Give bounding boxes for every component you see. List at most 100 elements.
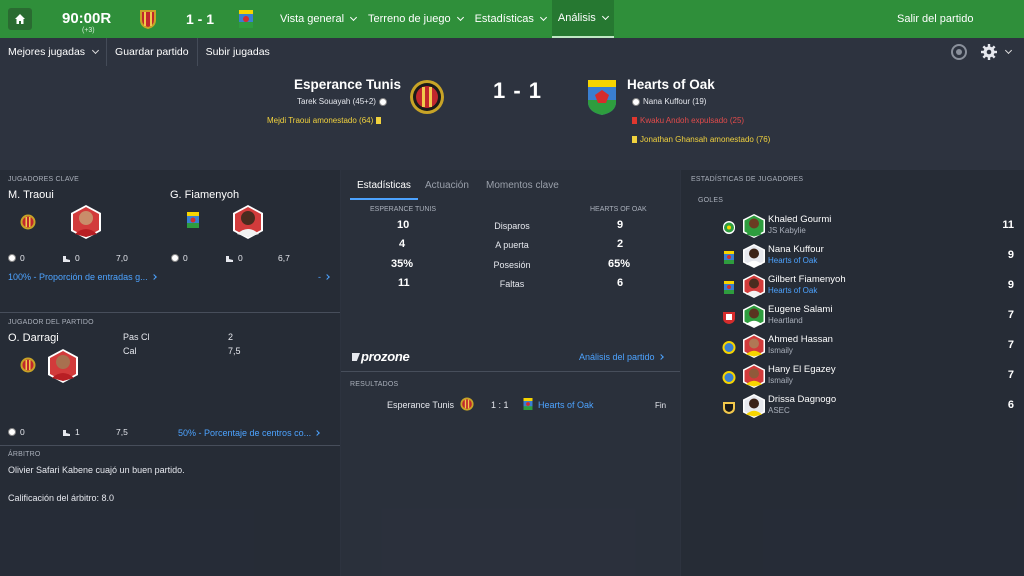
player-face-icon[interactable] (45, 348, 81, 384)
boot-icon (63, 429, 70, 436)
home-team-name[interactable]: Esperance Tunis (294, 77, 401, 92)
ball-icon (8, 428, 16, 436)
scorer-row[interactable]: Drissa Dagnogo ASEC 6 (718, 393, 1024, 423)
scorer-name[interactable]: Nana Kuffour (768, 244, 824, 255)
match-analysis-link[interactable]: Análisis del partido (579, 352, 664, 362)
scorer-name[interactable]: Eugene Salami (768, 304, 832, 315)
hearts-crest-icon (588, 80, 616, 115)
nav-vista-general[interactable]: Vista general (274, 0, 362, 38)
stat-away-value: 2 (617, 238, 624, 250)
scorer-row[interactable]: Hany El Egazey Ismaily 7 (718, 363, 1024, 393)
best-plays-button[interactable]: Mejores jugadas (0, 38, 108, 66)
active-tab-indicator (350, 198, 418, 200)
scorer-row[interactable]: Ahmed Hassan Ismaily 7 (718, 333, 1024, 363)
save-match-button[interactable]: Guardar partido (107, 38, 198, 66)
top-score: 1 - 1 (186, 11, 215, 27)
nav-estadisticas[interactable]: Estadísticas (469, 0, 552, 38)
home-button[interactable] (8, 8, 32, 30)
scorer-club[interactable]: Hearts of Oak (768, 256, 817, 265)
scorer-goals: 9 (1007, 279, 1014, 291)
upload-plays-button[interactable]: Subir jugadas (198, 38, 278, 66)
nav-analisis[interactable]: Análisis (551, 0, 614, 38)
top-bar: 90:00R (+3) 1 - 1 Vista general Terreno … (0, 0, 1024, 38)
key-player-1-stat-link[interactable]: 100% - Proporción de entradas g... (8, 272, 157, 282)
key-player-2-rating: 6,7 (278, 253, 290, 263)
scorer-name[interactable]: Drissa Dagnogo (768, 394, 836, 405)
scorer-name[interactable]: Hany El Egazey (768, 364, 836, 375)
player-face-icon[interactable] (68, 204, 104, 240)
potm-stat-link[interactable]: 50% - Porcentaje de centros co... (178, 428, 320, 438)
ball-icon (632, 97, 640, 106)
scorer-row[interactable]: Khaled Gourmi JS Kabylie 11 (718, 213, 1024, 243)
stats-home-head: ESPERANCE TUNIS (370, 206, 436, 213)
tab-estadisticas[interactable]: Estadísticas (357, 180, 411, 191)
scorer-club[interactable]: Hearts of Oak (768, 286, 817, 295)
player-face-icon[interactable] (741, 243, 767, 269)
chevron-down-icon (92, 46, 100, 55)
gear-icon[interactable] (980, 43, 998, 61)
nav-label: Vista general (280, 13, 345, 25)
key-player-2-stat-link[interactable]: - (318, 272, 330, 282)
goals-value: 0 (20, 427, 25, 437)
top-nav: Vista general Terreno de juego Estadísti… (274, 0, 614, 38)
goals-value: 0 (183, 253, 188, 263)
scorer-club: Ismaily (768, 376, 793, 385)
event-text: Kwaku Andoh expulsado (25) (640, 116, 745, 125)
result-status: Fin (655, 401, 667, 410)
sub-toolbar: Mejores jugadas Guardar partido Subir ju… (0, 38, 1024, 66)
event-text: Nana Kuffour (19) (643, 97, 707, 106)
record-icon[interactable] (951, 44, 967, 60)
player-face-icon[interactable] (741, 303, 767, 329)
stat-label: Posesión (493, 260, 531, 270)
stat-away-value: 9 (617, 219, 624, 231)
player-face-icon[interactable] (741, 333, 767, 359)
scorer-name[interactable]: Gilbert Fiamenyoh (768, 274, 846, 285)
player-face-icon[interactable] (741, 363, 767, 389)
scorer-goals: 7 (1007, 309, 1014, 321)
away-team-name[interactable]: Hearts of Oak (627, 77, 715, 92)
potm-title: JUGADOR DEL PARTIDO (8, 319, 94, 326)
key-player-2-name[interactable]: G. Fiamenyoh (170, 189, 239, 201)
result-score[interactable]: 1 : 1 (491, 400, 509, 410)
scorer-name[interactable]: Khaled Gourmi (768, 214, 831, 225)
link-text: - (318, 272, 321, 282)
stat-label: Disparos (494, 221, 530, 231)
player-face-icon[interactable] (741, 213, 767, 239)
key-player-2-assists: 0 (225, 253, 243, 263)
esperance-crest-icon (410, 80, 444, 114)
tab-actuacion[interactable]: Actuación (425, 180, 469, 191)
scorer-goals: 7 (1007, 369, 1014, 381)
home-card-event: Mejdi Traoui amonestado (64) (267, 116, 382, 125)
referee-rating: Calificación del árbitro: 8.0 (8, 493, 115, 503)
scorer-row[interactable]: Nana Kuffour Hearts of Oak 9 (718, 243, 1024, 273)
boot-icon (226, 255, 233, 262)
nav-label: Análisis (557, 12, 596, 24)
club-crest-icon (724, 281, 734, 294)
player-face-icon[interactable] (741, 393, 767, 419)
scorer-name[interactable]: Ahmed Hassan (768, 334, 833, 345)
yellow-card-icon (376, 117, 382, 124)
scorer-row[interactable]: Eugene Salami Heartland 7 (718, 303, 1024, 333)
result-home-team[interactable]: Esperance Tunis (387, 400, 454, 410)
scorer-club: ASEC (768, 406, 790, 415)
scorer-row[interactable]: Gilbert Fiamenyoh Hearts of Oak 9 (718, 273, 1024, 303)
exit-match-button[interactable]: Salir del partido (897, 13, 973, 25)
assists-value: 1 (75, 427, 80, 437)
divider (0, 312, 340, 313)
goals-title: GOLES (698, 197, 724, 204)
result-away-team[interactable]: Hearts of Oak (538, 400, 594, 410)
potm-name[interactable]: O. Darragi (8, 332, 59, 344)
tab-momentos-clave[interactable]: Momentos clave (486, 180, 559, 191)
chevron-right-icon (657, 354, 664, 360)
player-face-icon[interactable] (741, 273, 767, 299)
key-player-1-name[interactable]: M. Traoui (8, 189, 54, 201)
key-player-1-goals: 0 (8, 253, 25, 263)
chevron-down-icon (601, 12, 609, 21)
link-text: 50% - Porcentaje de centros co... (178, 428, 312, 438)
potm-value-1: 2 (228, 332, 234, 342)
yellow-card-icon (632, 136, 637, 143)
scorer-goals: 7 (1007, 339, 1014, 351)
divider (341, 371, 680, 372)
nav-terreno-de-juego[interactable]: Terreno de juego (362, 0, 469, 38)
player-face-icon[interactable] (230, 204, 266, 240)
